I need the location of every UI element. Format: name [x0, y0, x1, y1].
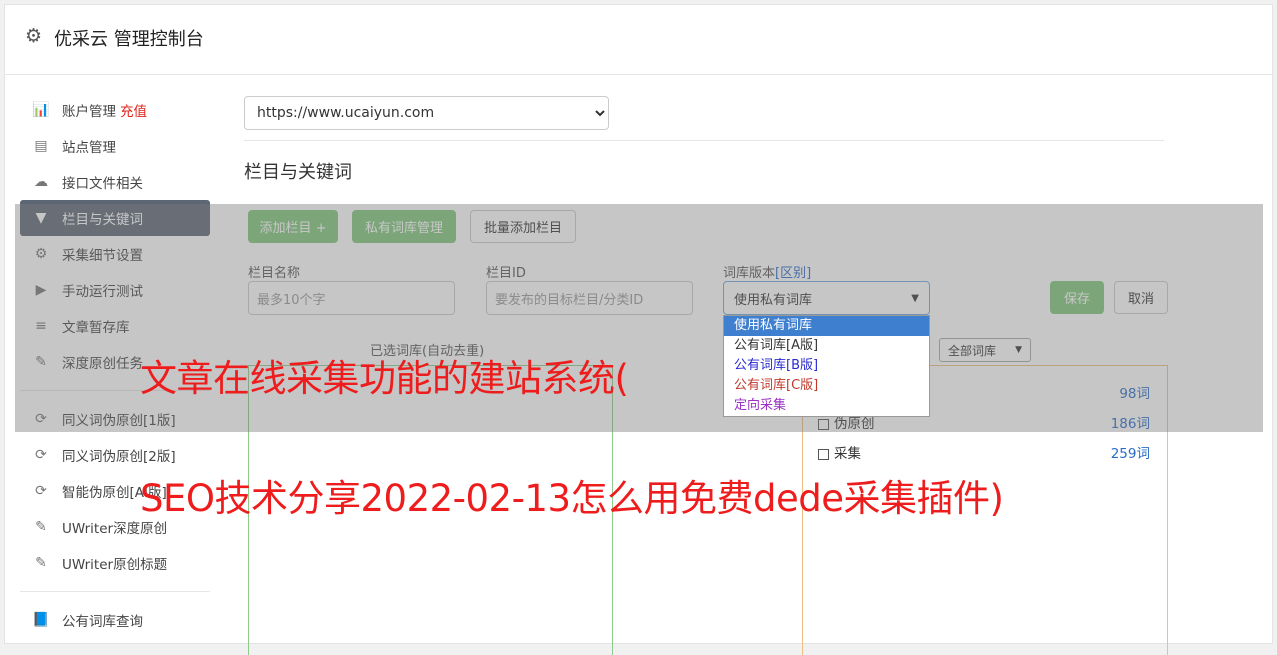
sidebar-item-public-lib[interactable]: 📘 公有词库查询	[20, 602, 210, 638]
filter-icon: ▼	[35, 210, 47, 226]
column-id-label: 栏目ID	[486, 266, 526, 281]
cancel-button[interactable]: 取消	[1114, 281, 1168, 314]
sidebar-item-label: 账户管理	[62, 104, 116, 120]
sidebar-item-label: 站点管理	[62, 140, 116, 156]
sidebar-item-label: 栏目与关键词	[62, 212, 143, 228]
lib-name: 采集	[834, 446, 861, 462]
header: ⚙ 优采云 管理控制台	[5, 5, 1272, 75]
checkbox[interactable]	[818, 448, 829, 460]
database-icon: ≡	[35, 318, 47, 334]
lib-name: 伪原创	[834, 416, 875, 432]
play-circle-icon: ▶	[35, 282, 47, 298]
difference-link[interactable]: [区别]	[775, 266, 811, 281]
sidebar-divider	[20, 591, 210, 592]
sidebar-item-label: 接口文件相关	[62, 176, 143, 192]
sidebar-item-account[interactable]: 📊 账户管理 充值	[20, 92, 210, 128]
lib-version-value: 使用私有词库	[734, 292, 813, 308]
lib-version-label-text: 词库版本	[723, 266, 776, 281]
divider	[244, 140, 1164, 141]
sidebar-item-label: UWriter原创标题	[62, 557, 168, 573]
gear-icon: ⚙	[25, 25, 43, 47]
sidebar-item-uwriter-title[interactable]: ✎ UWriter原创标题	[20, 545, 210, 581]
private-lib-button[interactable]: 私有词库管理	[352, 210, 456, 243]
refresh-icon: ⟳	[35, 411, 47, 427]
sidebar-item-manual-run[interactable]: ▶ 手动运行测试	[20, 272, 210, 308]
lib-row[interactable]: 采集 259词	[818, 442, 1150, 462]
section-title: 栏目与关键词	[244, 162, 352, 183]
watermark-line1: 文章在线采集功能的建站系统(	[140, 357, 629, 400]
watermark-line2: SEO技术分享2022-02-13怎么用免费dede采集插件)	[140, 477, 1004, 520]
cloud-upload-icon: ☁	[34, 174, 48, 190]
bar-chart-icon: 📊	[32, 102, 50, 118]
sidebar-item-label: 公有词库查询	[62, 614, 143, 630]
lib-count[interactable]: 98词	[1119, 382, 1150, 402]
chevron-down-icon: ▼	[1015, 345, 1022, 355]
lib-filter-value: 全部词库	[948, 343, 997, 358]
lib-count[interactable]: 259词	[1111, 442, 1150, 462]
edit-icon: ✎	[35, 555, 47, 571]
save-button[interactable]: 保存	[1050, 281, 1104, 314]
lib-option[interactable]: 使用私有词库	[724, 316, 929, 336]
sidebar-item-sites[interactable]: ▤ 站点管理	[20, 128, 210, 164]
edit-icon: ✎	[35, 519, 47, 535]
chevron-down-icon: ▼	[911, 292, 919, 304]
checkbox[interactable]	[818, 418, 829, 430]
lib-option[interactable]: 公有词库[B版]	[724, 356, 929, 376]
sidebar-item-synonym-v1[interactable]: ⟳ 同义词伪原创[1版]	[20, 401, 210, 437]
batch-add-button[interactable]: 批量添加栏目	[470, 210, 576, 243]
sidebar-item-article-store[interactable]: ≡ 文章暂存库	[20, 308, 210, 344]
lib-version-select[interactable]: 使用私有词库 ▼	[723, 281, 930, 315]
lib-option[interactable]: 公有词库[A版]	[724, 336, 929, 356]
refresh-icon: ⟳	[35, 447, 47, 463]
sidebar-item-label: 同义词伪原创[2版]	[62, 449, 176, 465]
lib-option[interactable]: 公有词库[C版]	[724, 376, 929, 396]
sidebar-item-label: 手动运行测试	[62, 284, 143, 300]
page-title: 优采云 管理控制台	[54, 29, 204, 50]
sidebar-item-interface[interactable]: ☁ 接口文件相关	[20, 164, 210, 200]
lib-filter-select[interactable]: 全部词库 ▼	[939, 338, 1031, 362]
sidebar-item-label: 文章暂存库	[62, 320, 130, 336]
lib-version-label: 词库版本[区别]	[723, 262, 811, 281]
recharge-link[interactable]: 充值	[120, 100, 147, 120]
server-icon: ▤	[34, 138, 48, 154]
add-column-button[interactable]: 添加栏目 +	[248, 210, 338, 243]
sidebar-item-label: 同义词伪原创[1版]	[62, 413, 176, 429]
cogs-icon: ⚙	[34, 246, 48, 262]
lib-option[interactable]: 定向采集	[724, 396, 929, 416]
site-select[interactable]: https://www.ucaiyun.com	[244, 96, 609, 130]
column-id-input[interactable]: 要发布的目标栏目/分类ID	[486, 281, 693, 315]
lib-version-dropdown: 使用私有词库 公有词库[A版] 公有词库[B版] 公有词库[C版] 定向采集	[723, 315, 930, 417]
sidebar-item-label: 采集细节设置	[62, 248, 143, 264]
sidebar-item-collect-settings[interactable]: ⚙ 采集细节设置	[20, 236, 210, 272]
column-name-input[interactable]: 最多10个字	[248, 281, 455, 315]
column-name-label: 栏目名称	[248, 266, 301, 281]
lib-count[interactable]: 186词	[1111, 412, 1150, 432]
sidebar-item-label: 深度原创任务	[62, 356, 143, 372]
edit-icon: ✎	[35, 354, 47, 370]
book-icon: 📘	[32, 612, 50, 628]
sidebar-item-columns[interactable]: ▼ 栏目与关键词	[20, 200, 210, 236]
lib-name-wrap: 采集	[818, 442, 861, 462]
refresh-icon: ⟳	[35, 483, 47, 499]
